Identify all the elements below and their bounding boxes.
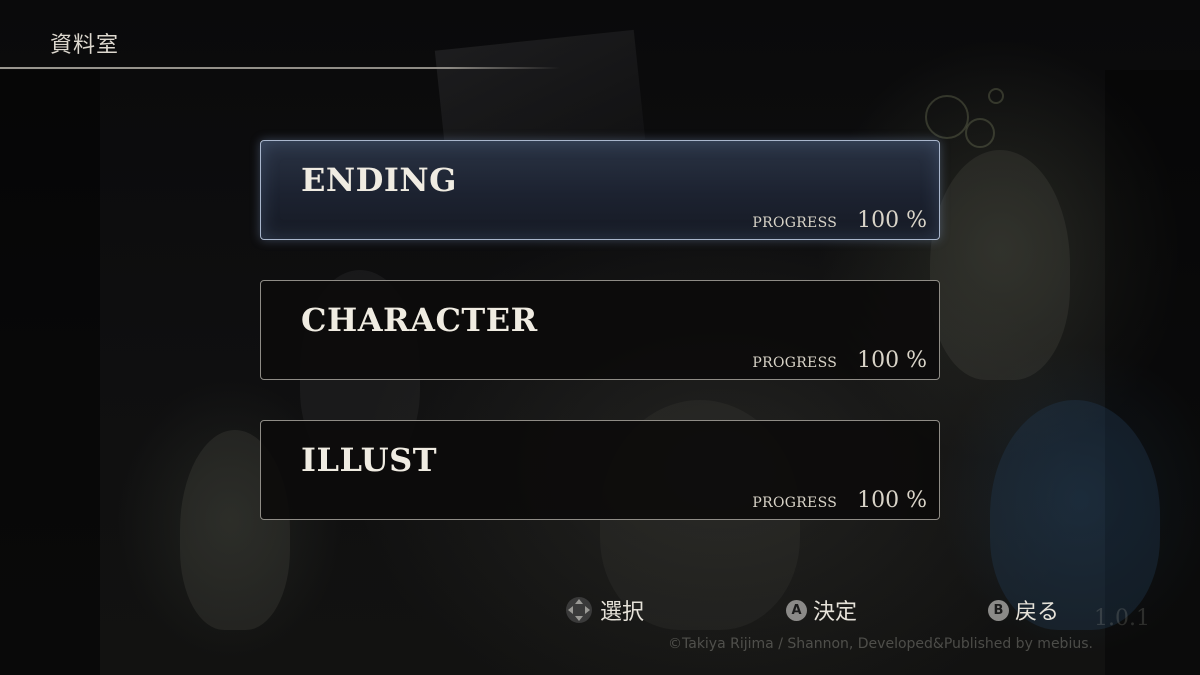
progress-value: 100 % <box>857 208 927 233</box>
version-number: 1.0.1 <box>1094 606 1150 631</box>
hint-back[interactable]: B 戻る <box>988 594 1059 626</box>
hint-select: 選択 <box>564 594 644 626</box>
library-menu: ENDING PROGRESS 100 % CHARACTER PROGRESS 1… <box>260 140 940 560</box>
hint-confirm-label: 決定 <box>813 600 858 625</box>
page-title: 資料室 <box>50 33 120 58</box>
hint-back-label: 戻る <box>1015 600 1060 625</box>
menu-item-label: ENDING <box>301 161 457 199</box>
menu-item-ending[interactable]: ENDING PROGRESS 100 % <box>260 140 940 240</box>
hint-confirm: A 決定 <box>786 594 857 626</box>
menu-item-label: CHARACTER <box>301 301 538 339</box>
menu-item-label: ILLUST <box>301 441 438 479</box>
progress-label: PROGRESS <box>752 215 838 231</box>
progress-label: PROGRESS <box>752 355 838 371</box>
progress-value: 100 % <box>857 348 927 373</box>
menu-item-character[interactable]: CHARACTER PROGRESS 100 % <box>260 280 940 380</box>
header-divider <box>0 67 560 69</box>
menu-item-illust[interactable]: ILLUST PROGRESS 100 % <box>260 420 940 520</box>
dpad-icon <box>566 597 592 623</box>
progress-readout: PROGRESS 100 % <box>752 488 927 513</box>
progress-label: PROGRESS <box>752 495 838 511</box>
progress-value: 100 % <box>857 488 927 513</box>
hint-select-label: 選択 <box>600 600 645 625</box>
b-button-icon: B <box>988 599 1009 621</box>
progress-readout: PROGRESS 100 % <box>752 208 927 233</box>
progress-readout: PROGRESS 100 % <box>752 348 927 373</box>
a-button-icon: A <box>786 599 807 621</box>
copyright-notice: ©Takiya Rijima / Shannon, Developed&Publ… <box>668 636 1093 652</box>
